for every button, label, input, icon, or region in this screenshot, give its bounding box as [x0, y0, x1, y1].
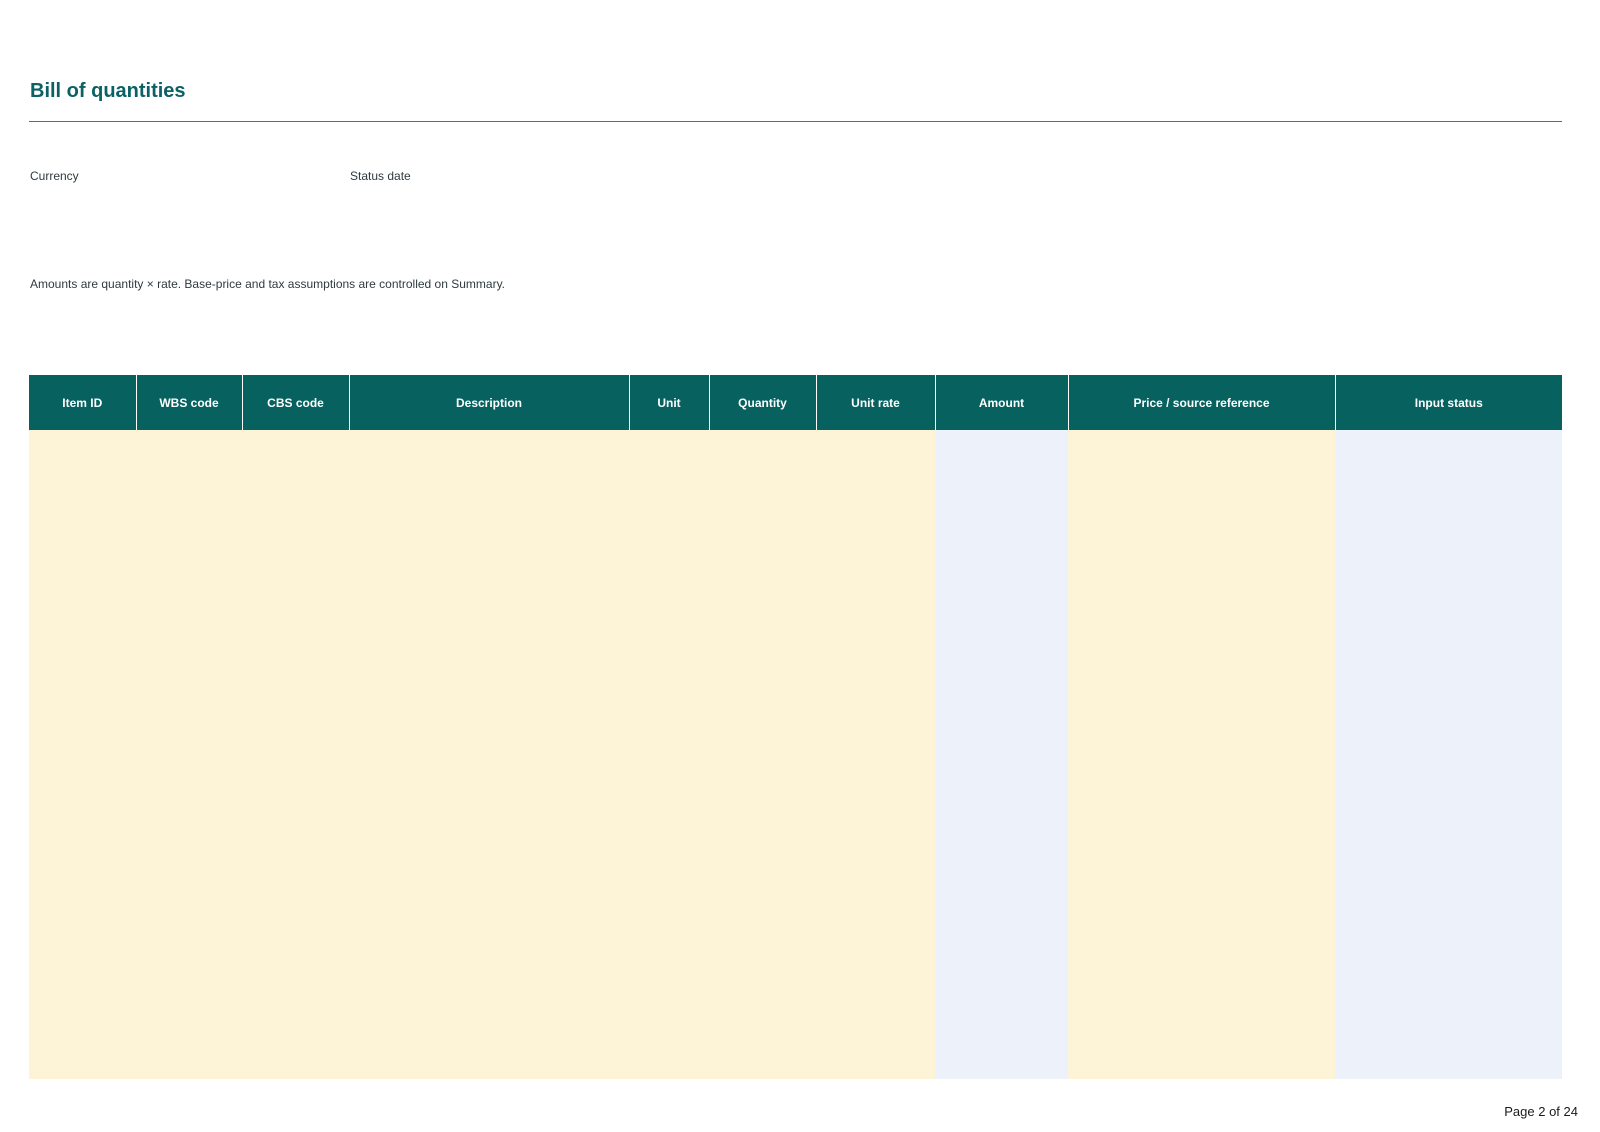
table-row	[29, 430, 1562, 1079]
column-header-amount[interactable]: Amount	[935, 375, 1069, 430]
quantity-cell[interactable]	[709, 430, 816, 1079]
unit-rate-cell[interactable]	[816, 430, 935, 1079]
column-header-unit[interactable]: Unit	[629, 375, 710, 430]
column-header-unit-rate[interactable]: Unit rate	[816, 375, 936, 430]
column-header-quantity[interactable]: Quantity	[709, 375, 817, 430]
table-header-row: Item ID WBS code CBS code Description Un…	[29, 375, 1562, 430]
page-title: Bill of quantities	[30, 80, 186, 102]
currency-label: Currency	[30, 169, 79, 183]
price-source-reference-cell[interactable]	[1068, 430, 1335, 1079]
unit-cell[interactable]	[629, 430, 709, 1079]
bill-of-quantities-table: Item ID WBS code CBS code Description Un…	[29, 375, 1562, 1079]
column-header-item-id[interactable]: Item ID	[29, 375, 137, 430]
column-header-wbs-code[interactable]: WBS code	[136, 375, 243, 430]
column-header-input-status[interactable]: Input status	[1335, 375, 1562, 430]
title-divider	[29, 121, 1562, 122]
page-number: Page 2 of 24	[1504, 1104, 1578, 1119]
item-id-cell[interactable]	[29, 430, 136, 1079]
cbs-code-cell[interactable]	[242, 430, 349, 1079]
column-header-price-source-reference[interactable]: Price / source reference	[1068, 375, 1336, 430]
amounts-note: Amounts are quantity × rate. Base-price …	[30, 277, 506, 291]
column-header-description[interactable]: Description	[349, 375, 630, 430]
wbs-code-cell[interactable]	[136, 430, 242, 1079]
column-header-cbs-code[interactable]: CBS code	[242, 375, 350, 430]
amount-cell	[935, 430, 1068, 1079]
description-cell[interactable]	[349, 430, 629, 1079]
input-status-cell	[1335, 430, 1562, 1079]
status-date-label: Status date	[350, 169, 411, 183]
